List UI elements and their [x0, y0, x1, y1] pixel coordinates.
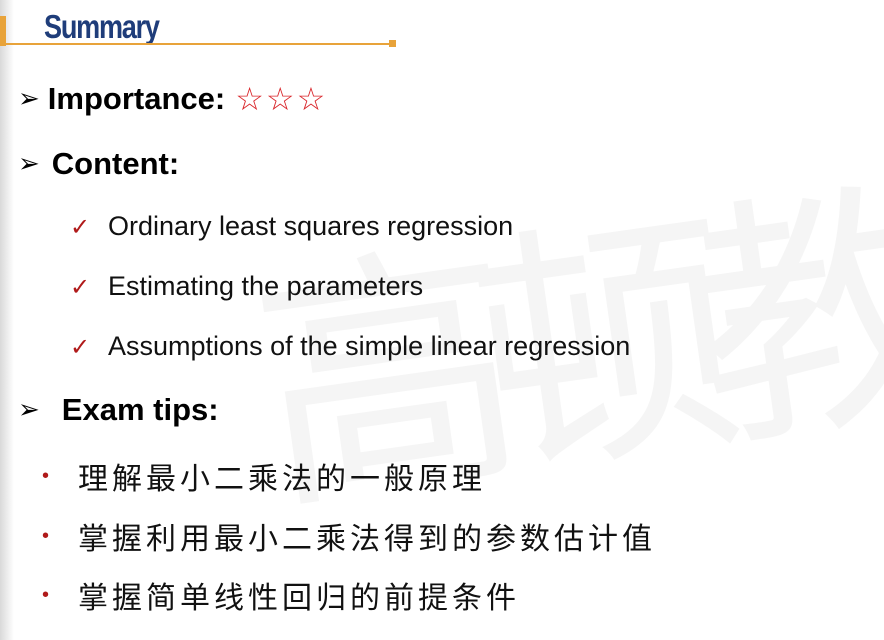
importance-label: Importance: — [47, 81, 226, 116]
dot-bullet-icon: • — [42, 583, 50, 606]
content-item: ✓ Estimating the parameters — [70, 271, 423, 302]
content-item-text: Ordinary least squares regression — [108, 211, 514, 241]
exam-item-text: 理解最小二乘法的一般原理 — [78, 462, 486, 497]
arrow-bullet-icon: ➢ — [18, 84, 40, 114]
exam-tips-row: ➢ Exam tips: — [18, 392, 219, 428]
checkmark-icon: ✓ — [70, 332, 91, 361]
exam-item-text: 掌握简单线性回归的前提条件 — [78, 581, 520, 616]
content-row: ➢ Content: — [18, 146, 179, 182]
content-item: ✓ Assumptions of the simple linear regre… — [70, 331, 630, 362]
exam-item: • 掌握利用最小二乘法得到的参数估计值 — [42, 514, 656, 558]
title-underline — [6, 43, 394, 45]
exam-item: • 掌握简单线性回归的前提条件 — [42, 573, 520, 617]
dot-bullet-icon: • — [42, 524, 50, 547]
title-underline-dot — [389, 40, 396, 47]
content-label: Content: — [51, 146, 180, 181]
content-item: ✓ Ordinary least squares regression — [70, 211, 513, 242]
arrow-bullet-icon: ➢ — [18, 149, 40, 179]
exam-item: • 理解最小二乘法的一般原理 — [42, 454, 486, 498]
title-bar: Summary — [0, 0, 400, 50]
content-item-text: Estimating the parameters — [108, 271, 424, 301]
arrow-bullet-icon: ➢ — [18, 395, 40, 425]
title-accent-bar — [0, 16, 6, 46]
star-rating-icon: ☆☆☆ — [235, 80, 328, 118]
slide-left-shade — [0, 0, 14, 640]
exam-item-text: 掌握利用最小二乘法得到的参数估计值 — [78, 522, 656, 557]
checkmark-icon: ✓ — [70, 212, 91, 241]
content-item-text: Assumptions of the simple linear regress… — [108, 331, 631, 361]
dot-bullet-icon: • — [42, 464, 50, 487]
checkmark-icon: ✓ — [70, 272, 91, 301]
exam-tips-label: Exam tips: — [61, 392, 219, 427]
page-title: Summary — [44, 8, 160, 45]
importance-row: ➢ Importance: ☆☆☆ — [18, 80, 327, 118]
